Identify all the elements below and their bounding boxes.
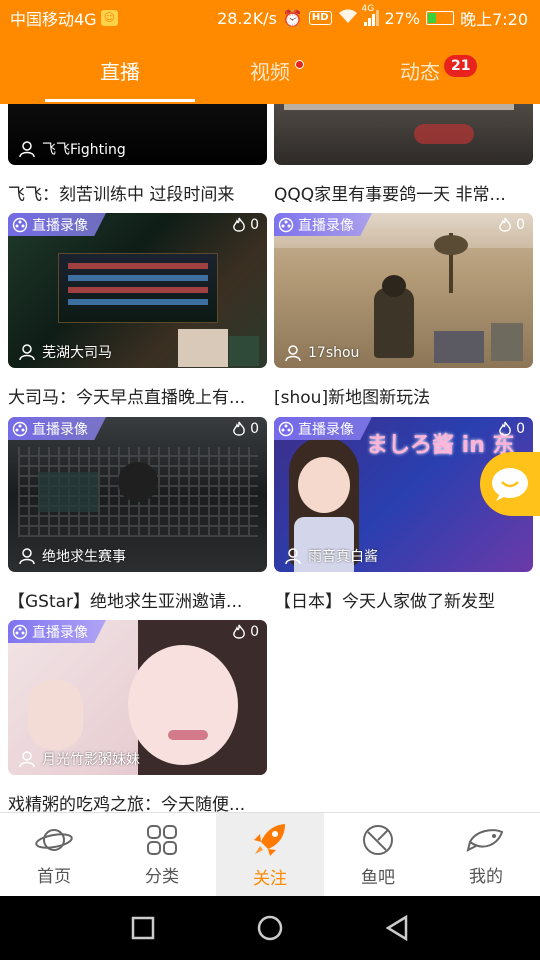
replay-icon: [278, 217, 294, 232]
nav-me[interactable]: 我的: [432, 813, 540, 897]
replay-tag: 直播录像: [8, 417, 106, 440]
nav-category[interactable]: 分类: [108, 813, 216, 897]
battery-icon: [426, 11, 455, 25]
recent-apps-icon[interactable]: [131, 916, 155, 940]
streamer-name: 芜湖大司马: [18, 342, 112, 362]
replay-icon: [278, 421, 294, 436]
nav-fishbar-label: 鱼吧: [361, 867, 395, 888]
tab-active-indicator: [45, 99, 195, 102]
user-icon: [285, 345, 301, 362]
user-icon: [19, 751, 35, 768]
signal-icon: 4G: [362, 4, 379, 26]
grid-icon: [147, 824, 177, 855]
video-grid: 飞飞Fighting 飞飞：刻苦训练中 过段时间来 QQQ家里有事要鸽一天 非常…: [0, 104, 540, 812]
tab-feed-label: 动态: [400, 59, 440, 84]
streamer-name: 飞飞Fighting: [18, 139, 126, 159]
chat-bubble-icon: [492, 468, 528, 501]
heat-count: 0: [232, 624, 259, 640]
status-bar: 中国移动4G ☺ 28.2K/s ⏰ HD 4G 27% 晚上7:20: [0, 0, 540, 36]
bottom-navigation: 首页 分类 关注 鱼吧 我的: [0, 812, 540, 897]
planet-icon: [35, 828, 73, 851]
replay-tag: 直播录像: [8, 213, 106, 236]
rocket-icon: [254, 823, 285, 856]
video-thumbnail: 飞飞Fighting: [8, 104, 267, 165]
heat-count: 0: [498, 421, 525, 437]
streamer-name: 雨音真白酱: [284, 546, 378, 566]
nav-me-label: 我的: [469, 866, 503, 887]
video-thumbnail: 直播录像 0 17shou: [274, 213, 533, 368]
video-thumbnail: [274, 104, 533, 165]
heat-count: 0: [498, 217, 525, 233]
replay-icon: [12, 217, 28, 232]
flame-icon: [233, 217, 245, 232]
home-icon[interactable]: [256, 914, 284, 942]
tab-live-label: 直播: [100, 59, 140, 84]
flame-icon: [233, 624, 245, 639]
video-title: QQQ家里有事要鸽一天 非常...: [274, 185, 506, 205]
video-title: 【日本】今天人家做了新发型: [274, 592, 495, 612]
top-tabs: 直播 视频 动态 21: [0, 36, 540, 104]
video-title: [shou]新地图新玩法: [274, 388, 431, 408]
wifi-icon: [338, 8, 358, 28]
video-title: 【GStar】绝地求生亚洲邀请...: [8, 592, 243, 612]
streamer-name: 17shou: [284, 344, 359, 362]
satellite-dish-icon: [363, 824, 393, 855]
flame-icon: [233, 421, 245, 436]
feed-count-badge: 21: [444, 55, 478, 77]
heat-count: 0: [232, 421, 259, 437]
heat-count: 0: [232, 217, 259, 233]
carrier-text: 中国移动4G: [10, 10, 97, 29]
hd-icon: HD: [308, 11, 332, 25]
nav-home[interactable]: 首页: [0, 813, 108, 897]
tab-feed[interactable]: 动态: [330, 36, 510, 104]
streamer-name: 月光竹影粥妹妹: [18, 749, 140, 769]
fish-icon: [466, 828, 504, 852]
user-icon: [19, 548, 35, 565]
replay-tag: 直播录像: [8, 620, 106, 643]
battery-percent: 27%: [384, 8, 421, 28]
replay-tag: 直播录像: [274, 417, 372, 440]
nav-home-label: 首页: [37, 866, 71, 887]
alarm-icon: ⏰: [282, 8, 303, 28]
user-icon: [19, 141, 35, 158]
streamer-name: 绝地求生赛事: [18, 546, 126, 566]
video-thumbnail: 直播录像 0 月光竹影粥妹妹: [8, 620, 267, 775]
video-title: 大司马：今天早点直播晚上有...: [8, 388, 246, 408]
video-title: 戏精粥的吃鸡之旅：今天随便...: [8, 795, 246, 812]
replay-icon: [12, 624, 28, 639]
video-thumbnail: 直播录像 0 芜湖大司马: [8, 213, 267, 368]
back-icon[interactable]: [385, 915, 409, 941]
nav-category-label: 分类: [145, 866, 179, 887]
network-speed: 28.2K/s: [217, 8, 277, 28]
clock: 晚上7:20: [460, 10, 528, 29]
flame-icon: [499, 217, 511, 232]
system-navigation-bar: [0, 896, 540, 960]
nav-fishbar[interactable]: 鱼吧: [324, 813, 432, 897]
user-icon: [285, 548, 301, 565]
tab-video-label: 视频: [250, 59, 290, 84]
notification-icon: ☺: [100, 10, 119, 26]
floating-chat-button[interactable]: [480, 452, 540, 516]
video-new-dot: [295, 60, 304, 69]
nav-follow-label: 关注: [253, 868, 287, 889]
video-thumbnail: 直播录像 0 绝地求生赛事: [8, 417, 267, 572]
nav-follow[interactable]: 关注: [216, 813, 324, 897]
replay-tag: 直播录像: [274, 213, 372, 236]
video-title: 飞飞：刻苦训练中 过段时间来: [8, 185, 235, 205]
user-icon: [19, 344, 35, 361]
flame-icon: [499, 421, 511, 436]
replay-icon: [12, 421, 28, 436]
